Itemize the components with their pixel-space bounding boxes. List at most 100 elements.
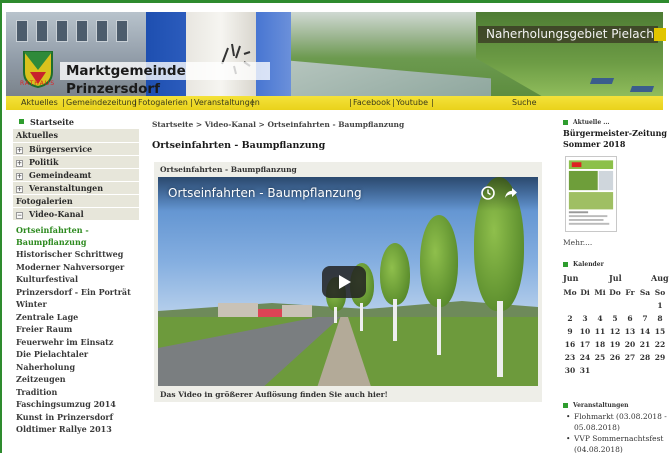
calendar-day[interactable]: 25 (593, 353, 607, 362)
expand-plus-icon[interactable]: + (16, 185, 23, 193)
calendar-week-row: 9 10 11 12 13 14 15 (563, 327, 667, 340)
sidebar-video-item[interactable]: Winter (13, 298, 139, 311)
bullet-square-icon (563, 262, 568, 267)
calendar-day[interactable]: 19 (608, 340, 622, 349)
expand-plus-icon[interactable]: + (16, 159, 23, 167)
sidebar-video-item[interactable]: Naherholung (13, 361, 139, 374)
calendar-day[interactable]: 26 (608, 353, 622, 362)
calendar-day[interactable]: 2 (563, 314, 577, 323)
calendar-prev-month[interactable]: Jun (563, 273, 578, 283)
banner-tag: Naherholungsgebiet Pielach (478, 26, 658, 43)
events-list: Flohmarkt (03.08.2018 - 05.08.2018) VVP … (566, 411, 669, 453)
sidebar-video-item[interactable]: Kunst in Prinzersdorf (13, 411, 139, 424)
calendar-heading: Kalender (563, 261, 604, 268)
nav-veranstaltungen[interactable]: Veranstaltungen (194, 96, 260, 110)
sidebar-video-item[interactable]: Kulturfestival (13, 273, 139, 286)
calendar-day[interactable]: 29 (653, 353, 667, 362)
breadcrumb[interactable]: Startseite > Video-Kanal > Ortseinfahrte… (152, 120, 404, 129)
calendar-grid: Mo Di Mi Do Fr Sa So 1 2 3 4 5 6 7 8 9 10 11 12 13 14 15 16 17 1… (563, 288, 667, 379)
sidebar-video-item[interactable]: Historischer Schrittweg (13, 248, 139, 261)
event-item[interactable]: VVP Sommernachtsfest (04.08.2018) (566, 433, 669, 453)
calendar-day[interactable]: 3 (578, 314, 592, 323)
sidebar-video-item[interactable]: Faschingsumzug 2014 (13, 398, 139, 411)
calendar-weekday: Fr (625, 288, 635, 297)
calendar-day[interactable]: 18 (593, 340, 607, 349)
sidebar-video-item[interactable]: Prinzersdorf - Ein Porträt (13, 286, 139, 299)
right-column: Aktuelle ... Bürgermeister-Zeitung Somme… (560, 116, 669, 453)
sidebar-video-item[interactable]: Zentrale Lage (13, 311, 139, 324)
calendar-week-row: 1 (563, 301, 667, 314)
sidebar-item-gemeindeamt[interactable]: + Gemeindeamt (13, 168, 139, 181)
calendar-day[interactable]: 28 (638, 353, 652, 362)
video-tree (380, 243, 410, 343)
calendar-day[interactable]: 7 (638, 314, 652, 323)
play-button[interactable] (322, 266, 366, 298)
nav-separator: | (392, 98, 395, 107)
calendar-day[interactable]: 20 (623, 340, 637, 349)
calendar-day[interactable]: 24 (578, 353, 592, 362)
news-title[interactable]: Bürgermeister-Zeitung Sommer 2018 (563, 128, 669, 150)
sidebar-item-politik[interactable]: + Politik (13, 155, 139, 168)
calendar-day[interactable]: 11 (593, 327, 607, 336)
calendar-day[interactable]: 6 (623, 314, 637, 323)
calendar-day[interactable]: 16 (563, 340, 577, 349)
nav-gemeindezeitung[interactable]: Gemeindezeitung (66, 96, 137, 110)
sidebar-video-item[interactable]: Tradition (13, 386, 139, 399)
calendar-day[interactable]: 22 (653, 340, 667, 349)
calendar-day[interactable]: 15 (653, 327, 667, 336)
sidebar-item-active[interactable]: Ortseinfahrten - Baumpflanzung (13, 224, 123, 248)
calendar-next-month[interactable]: Aug (651, 273, 669, 283)
sidebar-video-item[interactable]: Feuerwehr im Einsatz (13, 336, 139, 349)
calendar-day[interactable]: 4 (593, 314, 607, 323)
sidebar-video-item[interactable]: Die Pielachtaler (13, 348, 139, 361)
nav-fotogalerien[interactable]: Fotogalerien (138, 96, 188, 110)
more-link[interactable]: Mehr.... (563, 238, 592, 247)
nav-aktuelles[interactable]: Aktuelles (21, 96, 58, 110)
calendar-day[interactable]: 17 (578, 340, 592, 349)
calendar-day[interactable]: 31 (578, 366, 592, 375)
watch-later-icon[interactable] (481, 186, 495, 200)
banner-tag-accent (654, 28, 666, 41)
expand-plus-icon[interactable]: + (16, 172, 23, 180)
calendar-day[interactable]: 13 (623, 327, 637, 336)
collapse-minus-icon[interactable]: − (16, 211, 23, 219)
calendar-day[interactable]: 9 (563, 327, 577, 336)
sidebar-item-video-kanal[interactable]: − Video-Kanal (13, 207, 139, 220)
site-logo[interactable]: Marktgemeinde Prinzersdorf RATHAUS (14, 48, 270, 97)
nav-facebook[interactable]: Facebook (353, 96, 391, 110)
sidebar-item-label: Video-Kanal (29, 209, 84, 219)
video-note-link[interactable]: Das Video in größerer Auflösung finden S… (160, 390, 388, 399)
newspaper-thumbnail[interactable] (565, 156, 617, 232)
site-title[interactable]: Marktgemeinde Prinzersdorf (60, 62, 270, 97)
calendar-day[interactable]: 1 (653, 301, 667, 310)
calendar-day[interactable]: 10 (578, 327, 592, 336)
share-icon[interactable] (504, 186, 518, 200)
calendar-day[interactable]: 23 (563, 353, 577, 362)
calendar-day[interactable]: 8 (653, 314, 667, 323)
sidebar-item-veranstaltungen[interactable]: + Veranstaltungen (13, 181, 139, 194)
sidebar-item-fotogalerien[interactable]: Fotogalerien (13, 194, 139, 207)
sidebar-item-buergerservice[interactable]: + Bürgerservice (13, 142, 139, 155)
calendar-day[interactable]: 5 (608, 314, 622, 323)
event-item[interactable]: Flohmarkt (03.08.2018 - 05.08.2018) (566, 411, 669, 433)
nav-youtube[interactable]: Youtube (396, 96, 428, 110)
nav-search[interactable]: Suche (512, 96, 537, 110)
sidebar-home[interactable]: Startseite (13, 116, 139, 129)
sidebar-video-item[interactable]: Freier Raum (13, 323, 139, 336)
bullet-square-icon (563, 403, 568, 408)
video-title[interactable]: Ortseinfahrten - Baumpflanzung (168, 186, 362, 200)
calendar-day[interactable]: 30 (563, 366, 577, 375)
calendar-day[interactable]: 27 (623, 353, 637, 362)
sidebar: Startseite Aktuelles + Bürgerservice + Pol… (13, 116, 139, 453)
sidebar-video-item[interactable]: Oldtimer Rallye 2013 (13, 423, 139, 436)
expand-plus-icon[interactable]: + (16, 146, 23, 154)
calendar-weekday: Mi (594, 288, 606, 297)
sidebar-video-item[interactable]: Zeitzeugen (13, 373, 139, 386)
calendar-day[interactable]: 12 (608, 327, 622, 336)
calendar-weekday: So (654, 288, 666, 297)
video-player[interactable]: Ortseinfahrten - Baumpflanzung (158, 177, 538, 386)
sidebar-item-aktuelles[interactable]: Aktuelles (13, 129, 139, 142)
sidebar-video-item[interactable]: Moderner Nahversorger (13, 261, 139, 274)
calendar-day[interactable]: 21 (638, 340, 652, 349)
calendar-day[interactable]: 14 (638, 327, 652, 336)
